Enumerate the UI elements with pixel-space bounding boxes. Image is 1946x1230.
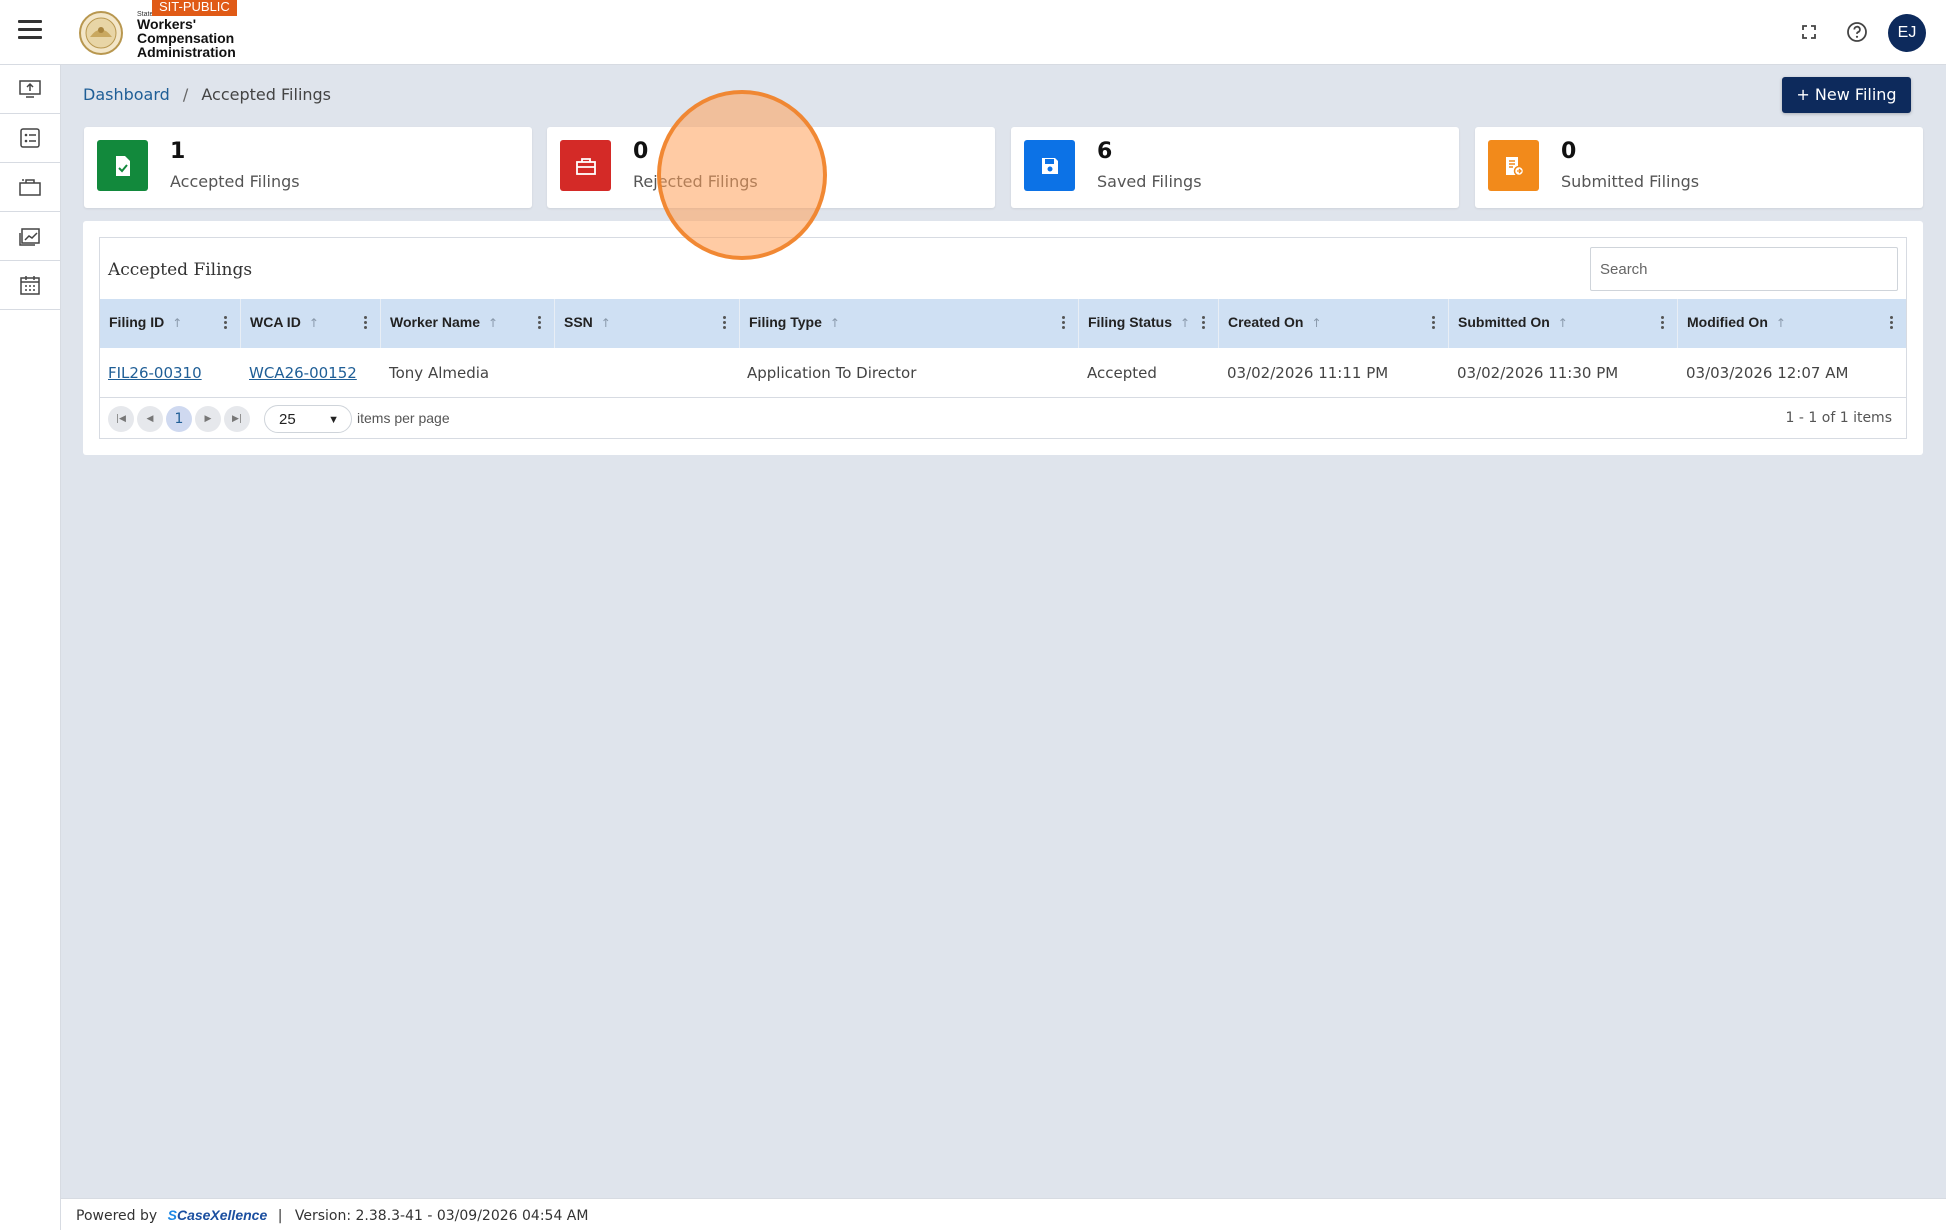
next-page-icon[interactable]: ▶	[195, 406, 221, 432]
cell-worker-name: Tony Almedia	[389, 364, 490, 382]
grid-title: Accepted Filings	[108, 260, 253, 280]
list-icon	[20, 128, 40, 148]
sidebar	[0, 65, 61, 1230]
column-header-modified-on[interactable]: Modified On ↑	[1678, 299, 1906, 348]
prev-page-icon[interactable]: ◀	[137, 406, 163, 432]
table-row[interactable]: FIL26-00310 WCA26-00152 Tony Almedia App…	[100, 348, 1906, 398]
environment-badge: SIT-PUBLIC	[152, 0, 237, 16]
fullscreen-icon[interactable]	[1795, 18, 1823, 46]
search-input[interactable]	[1590, 247, 1898, 291]
column-header-filing-status[interactable]: Filing Status ↑	[1079, 299, 1219, 348]
page-number-button[interactable]: 1	[166, 406, 192, 432]
breadcrumb: Dashboard / Accepted Filings	[83, 85, 331, 104]
column-menu-icon[interactable]	[1432, 316, 1436, 331]
briefcase-icon	[19, 179, 41, 196]
sidebar-item-calendar[interactable]	[0, 261, 60, 310]
card-saved-filings[interactable]: 6 Saved Filings	[1011, 127, 1459, 208]
briefcase-icon	[560, 140, 611, 191]
page-size-select[interactable]: 25 ▼	[264, 405, 352, 433]
user-avatar[interactable]: EJ	[1888, 14, 1926, 52]
save-icon	[1024, 140, 1075, 191]
column-menu-icon[interactable]	[723, 316, 727, 331]
card-rejected-filings[interactable]: 0 Rejected Filings	[547, 127, 995, 208]
card-accepted-filings[interactable]: 1 Accepted Filings	[84, 127, 532, 208]
monitor-upload-icon	[19, 80, 41, 98]
calendar-icon	[20, 276, 40, 295]
saved-count: 6	[1097, 139, 1113, 164]
pager-info: 1 - 1 of 1 items	[1785, 410, 1892, 426]
breadcrumb-separator: /	[182, 85, 189, 104]
column-menu-icon[interactable]	[1890, 316, 1894, 331]
cell-wca-id: WCA26-00152	[249, 364, 357, 382]
state-seal-logo	[79, 11, 123, 55]
pager: |◀ ◀ 1 ▶ ▶| 25 ▼ items per page 1 - 1 of …	[100, 398, 1906, 438]
cell-modified-on: 03/03/2026 12:07 AM	[1686, 364, 1849, 382]
rejected-label: Rejected Filings	[633, 172, 758, 191]
top-bar: State SIT-PUBLIC Workers' Compensation A…	[0, 0, 1946, 65]
accepted-count: 1	[170, 139, 186, 164]
document-check-icon	[97, 140, 148, 191]
column-header-filing-id[interactable]: Filing ID ↑	[100, 299, 241, 348]
casexellence-logo: SCaseXellence	[167, 1207, 268, 1223]
help-icon[interactable]	[1843, 18, 1871, 46]
chevron-down-icon: ▼	[328, 414, 339, 426]
submitted-label: Submitted Filings	[1561, 172, 1700, 191]
wca-id-link[interactable]: WCA26-00152	[249, 364, 357, 382]
footer-separator: |	[277, 1208, 283, 1224]
hamburger-menu-icon[interactable]	[18, 20, 42, 44]
filings-panel: Accepted Filings Filing ID↑ WCA ID↑ Work…	[83, 221, 1923, 455]
sidebar-item-list[interactable]	[0, 114, 60, 163]
items-per-page-label: items per page	[357, 410, 450, 426]
column-menu-icon[interactable]	[224, 316, 228, 331]
filing-id-link[interactable]: FIL26-00310	[108, 364, 202, 382]
column-header-wca-id[interactable]: WCA ID ↑	[241, 299, 381, 348]
powered-by-label: Powered by	[76, 1208, 158, 1224]
grid-header-row: Filing ID ↑ WCA ID ↑ Worker Name ↑ SSN ↑ Fil…	[100, 299, 1906, 348]
filings-grid: Accepted Filings Filing ID↑ WCA ID↑ Work…	[99, 237, 1907, 439]
cell-filing-status: Accepted	[1087, 364, 1157, 382]
rejected-count: 0	[633, 139, 649, 164]
version-text: Version: 2.38.3-41 - 03/09/2026 04:54 AM	[294, 1208, 589, 1224]
accepted-label: Accepted Filings	[170, 172, 300, 191]
column-menu-icon[interactable]	[364, 316, 368, 331]
column-header-filing-type[interactable]: Filing Type ↑	[740, 299, 1079, 348]
column-menu-icon[interactable]	[1062, 316, 1066, 331]
sidebar-item-reports[interactable]	[0, 212, 60, 261]
column-header-created-on[interactable]: Created On ↑	[1219, 299, 1449, 348]
breadcrumb-dashboard-link[interactable]: Dashboard	[83, 85, 170, 104]
sidebar-item-upload[interactable]	[0, 65, 60, 114]
document-submit-icon	[1488, 140, 1539, 191]
first-page-icon[interactable]: |◀	[108, 406, 134, 432]
cell-submitted-on: 03/02/2026 11:30 PM	[1457, 364, 1619, 382]
column-menu-icon[interactable]	[538, 316, 542, 331]
chart-icon	[19, 228, 40, 246]
saved-label: Saved Filings	[1097, 172, 1202, 191]
new-filing-button[interactable]: + New Filing	[1782, 77, 1911, 113]
column-header-worker-name[interactable]: Worker Name ↑	[381, 299, 555, 348]
column-header-ssn[interactable]: SSN ↑	[555, 299, 740, 348]
card-submitted-filings[interactable]: 0 Submitted Filings	[1475, 127, 1923, 208]
cell-filing-type: Application To Director	[747, 364, 917, 382]
column-menu-icon[interactable]	[1661, 316, 1665, 331]
column-header-submitted-on[interactable]: Submitted On ↑	[1449, 299, 1678, 348]
last-page-icon[interactable]: ▶|	[224, 406, 250, 432]
footer: Powered by SCaseXellence | Version: 2.38…	[61, 1198, 1946, 1230]
sidebar-item-cases[interactable]	[0, 163, 60, 212]
submitted-count: 0	[1561, 139, 1577, 164]
cell-created-on: 03/02/2026 11:11 PM	[1227, 364, 1389, 382]
org-name: Workers' Compensation Administration	[137, 16, 236, 60]
breadcrumb-current: Accepted Filings	[201, 85, 332, 104]
cell-filing-id: FIL26-00310	[108, 364, 202, 382]
column-menu-icon[interactable]	[1202, 316, 1206, 331]
